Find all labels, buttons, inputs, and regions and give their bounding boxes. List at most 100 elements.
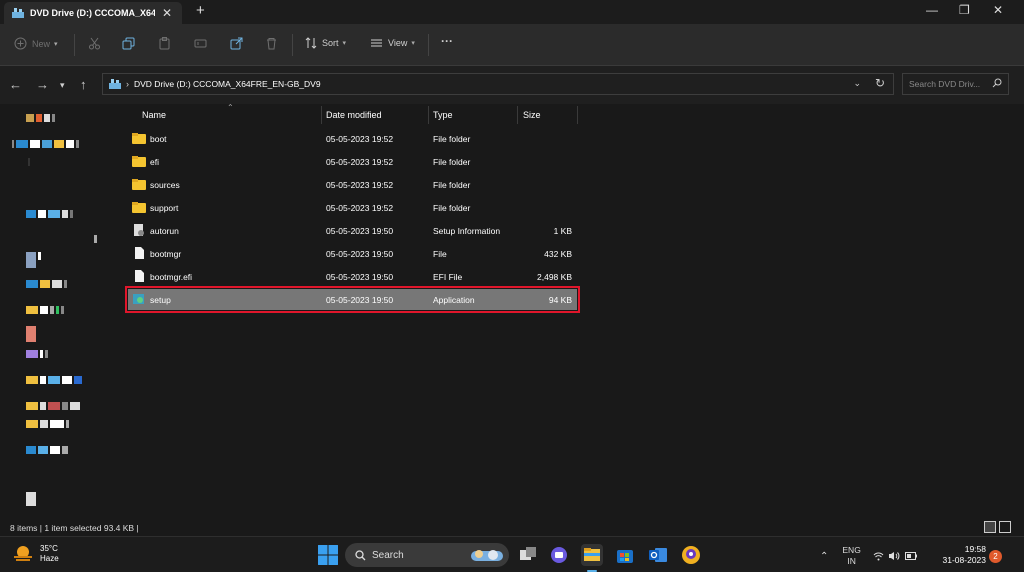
search-input[interactable]: [909, 79, 989, 89]
folder-icon: [132, 155, 146, 167]
task-view-icon[interactable]: [517, 544, 539, 566]
details-view-button[interactable]: [984, 521, 996, 533]
file-date: 05-05-2023 19:50: [326, 295, 394, 305]
windows-start-icon[interactable]: [317, 544, 339, 566]
table-row[interactable]: support 05-05-2023 19:52 File folder: [128, 197, 577, 218]
file-type: Application: [433, 295, 475, 305]
cut-icon[interactable]: [88, 37, 101, 50]
table-row[interactable]: sources 05-05-2023 19:52 File folder: [128, 174, 577, 195]
file-type: File folder: [433, 134, 471, 144]
language-indicator[interactable]: ENG IN: [842, 545, 860, 567]
paste-icon[interactable]: [158, 37, 171, 50]
chevron-down-icon[interactable]: ⌄: [853, 78, 861, 89]
new-label: New: [32, 38, 51, 49]
nav-item-blurred[interactable]: [26, 210, 73, 218]
nav-item-blurred[interactable]: [26, 252, 41, 268]
breadcrumb-chevron-icon: ›: [126, 79, 129, 89]
up-button[interactable]: ↑: [80, 77, 87, 92]
column-header-type[interactable]: Type: [433, 110, 453, 120]
delete-icon[interactable]: [265, 37, 278, 50]
nav-item-blurred[interactable]: [26, 326, 36, 342]
nav-item-blurred[interactable]: [26, 420, 69, 428]
search-highlight-icon: [471, 550, 503, 561]
column-header-name[interactable]: Name: [142, 110, 166, 120]
search-box[interactable]: [902, 73, 1009, 95]
nav-item-blurred[interactable]: [26, 402, 80, 410]
recent-locations-button[interactable]: ▾: [60, 80, 65, 91]
back-button[interactable]: ←: [9, 77, 22, 92]
search-icon: [992, 78, 1002, 88]
file-size: 432 KB: [544, 249, 572, 259]
file-type: EFI File: [433, 272, 463, 282]
nav-item-blurred[interactable]: [26, 492, 36, 506]
column-header-date[interactable]: Date modified: [326, 110, 382, 120]
nav-item-blurred[interactable]: [28, 158, 30, 166]
file-size: 2,498 KB: [537, 272, 572, 282]
file-explorer-icon[interactable]: [581, 544, 603, 566]
copy-icon[interactable]: [122, 37, 135, 50]
file-name: support: [150, 203, 179, 213]
maximize-button[interactable]: ❐: [959, 3, 970, 17]
tiles-view-button[interactable]: [999, 521, 1011, 533]
new-tab-button[interactable]: +: [196, 2, 205, 19]
meet-chat-icon[interactable]: [548, 544, 570, 566]
column-divider: [428, 106, 429, 124]
rename-icon[interactable]: [194, 37, 207, 50]
table-row[interactable]: efi 05-05-2023 19:52 File folder: [128, 151, 577, 172]
share-icon[interactable]: [230, 37, 243, 50]
table-row[interactable]: boot 05-05-2023 19:52 File folder: [128, 128, 577, 149]
weather-widget[interactable]: 35°C Haze: [12, 544, 59, 564]
search-icon: [355, 549, 366, 560]
address-bar[interactable]: › DVD Drive (D:) CCCOMA_X64FRE_EN-GB_DV9…: [102, 73, 894, 95]
show-hidden-icons-button[interactable]: ⌃: [820, 551, 828, 562]
outlook-icon[interactable]: [647, 544, 669, 566]
view-button[interactable]: View ▾: [370, 37, 415, 49]
file-type: File folder: [433, 180, 471, 190]
column-divider: [517, 106, 518, 124]
table-row[interactable]: bootmgr 05-05-2023 19:50 File 432 KB: [128, 243, 577, 264]
nav-item-blurred[interactable]: [94, 235, 97, 243]
chevron-down-icon: ▾: [54, 40, 58, 48]
nav-item-blurred[interactable]: [26, 376, 82, 384]
column-divider: [577, 106, 578, 124]
clock[interactable]: 19:58 31-08-2023: [938, 544, 986, 566]
vpn-shield-icon[interactable]: [680, 544, 702, 566]
nav-item-blurred[interactable]: [26, 114, 55, 122]
taskbar-search[interactable]: Search: [345, 543, 509, 567]
notification-badge[interactable]: 2: [989, 550, 1002, 563]
table-row[interactable]: autorun 05-05-2023 19:50 Setup Information…: [128, 220, 577, 241]
sort-button[interactable]: Sort ▾: [305, 37, 346, 49]
close-button[interactable]: ✕: [993, 3, 1003, 17]
nav-item-blurred[interactable]: [26, 306, 64, 314]
table-row-selected[interactable]: setup 05-05-2023 19:50 Application 94 KB: [125, 286, 580, 313]
dvd-drive-icon: [109, 79, 121, 89]
battery-icon[interactable]: [904, 552, 917, 560]
language-code: ENG: [842, 545, 861, 555]
wifi-icon[interactable]: [873, 551, 884, 561]
breadcrumb[interactable]: DVD Drive (D:) CCCOMA_X64FRE_EN-GB_DV9: [134, 79, 321, 89]
sort-label: Sort: [322, 38, 339, 48]
new-button[interactable]: New ▾: [14, 37, 58, 50]
tab-dvd-drive[interactable]: DVD Drive (D:) CCCOMA_X64F ✕: [4, 2, 182, 24]
column-header-size[interactable]: Size: [523, 110, 541, 120]
command-bar: New ▾ Sort ▾ View ▾ ···: [0, 24, 1024, 66]
volume-icon[interactable]: [888, 551, 900, 561]
file-name: boot: [150, 134, 167, 144]
nav-item-blurred[interactable]: [26, 350, 48, 358]
file-name: sources: [150, 180, 180, 190]
minimize-button[interactable]: —: [926, 3, 938, 17]
nav-item-blurred[interactable]: [26, 446, 68, 454]
forward-button[interactable]: →: [36, 77, 49, 92]
table-row[interactable]: bootmgr.efi 05-05-2023 19:50 EFI File 2,498…: [128, 266, 577, 287]
nav-item-blurred[interactable]: [26, 280, 67, 288]
microsoft-store-icon[interactable]: [614, 544, 636, 566]
more-options-button[interactable]: ···: [441, 34, 453, 48]
refresh-button[interactable]: ↻: [875, 76, 885, 90]
file-date: 05-05-2023 19:52: [326, 203, 394, 213]
tab-close-button[interactable]: ✕: [162, 6, 172, 20]
status-text: 8 items | 1 item selected 93.4 KB |: [10, 523, 139, 533]
nav-item-blurred[interactable]: [12, 140, 79, 148]
file-date: 05-05-2023 19:52: [326, 157, 394, 167]
dvd-drive-icon: [12, 8, 24, 18]
haze-sun-icon: [14, 546, 32, 561]
